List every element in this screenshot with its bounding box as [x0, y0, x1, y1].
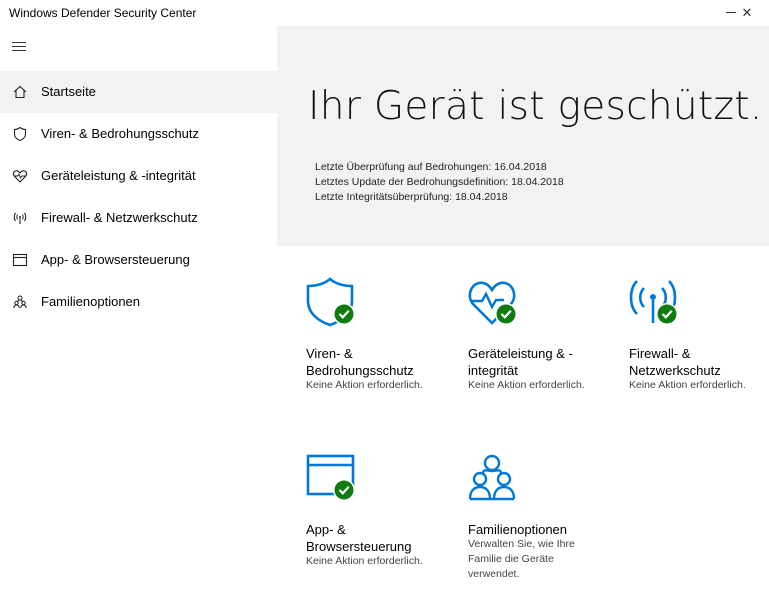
tile-firewall[interactable]: Firewall- & Netzwerkschutz Keine Aktion … — [629, 277, 769, 397]
antenna-check-icon — [629, 280, 678, 325]
hamburger-icon[interactable] — [12, 42, 28, 54]
last-threat-scan: Letzte Überprüfung auf Bedrohungen: 16.0… — [315, 161, 547, 173]
sidebar-item-label: Viren- & Bedrohungsschutz — [41, 126, 200, 141]
close-button[interactable]: ✕ — [727, 0, 767, 26]
last-definition-update: Letztes Update der Bedrohungsdefinition:… — [315, 176, 564, 188]
heart-icon — [12, 170, 28, 183]
shield-icon — [13, 126, 27, 142]
sidebar: Startseite Viren- & Bedrohungsschutz Ger… — [0, 26, 277, 600]
tile-status: Keine Aktion erforderlich. — [629, 379, 746, 391]
tile-title: Geräteleistung & - integrität — [468, 346, 573, 378]
tile-app-browser[interactable]: App- & Browsersteuerung Keine Aktion erf… — [306, 453, 456, 573]
tile-status: Keine Aktion erforderlich. — [306, 379, 423, 391]
tile-status: Keine Aktion erforderlich. — [306, 555, 423, 567]
status-hero: Ihr Gerät ist geschützt. Letzte Überprüf… — [277, 26, 769, 246]
tile-viren[interactable]: Viren- & Bedrohungsschutz Keine Aktion e… — [306, 277, 456, 397]
tile-geraeteleistung[interactable]: Geräteleistung & - integrität Keine Akti… — [468, 277, 618, 397]
tile-familienoptionen[interactable]: Familienoptionen Verwalten Sie, wie Ihre… — [468, 453, 618, 583]
sidebar-item-label: App- & Browsersteuerung — [41, 252, 190, 267]
sidebar-item-viren[interactable]: Viren- & Bedrohungsschutz — [0, 113, 277, 155]
sidebar-item-label: Firewall- & Netzwerkschutz — [41, 210, 198, 225]
sidebar-item-familienoptionen[interactable]: Familienoptionen — [0, 281, 277, 323]
page-title: Ihr Gerät ist geschützt. — [308, 84, 763, 129]
tile-title: App- & Browsersteuerung — [306, 522, 412, 554]
sidebar-item-label: Familienoptionen — [41, 294, 141, 309]
browser-check-icon — [306, 454, 355, 501]
heart-check-icon — [468, 281, 517, 325]
tile-title: Firewall- & Netzwerkschutz — [629, 346, 721, 378]
last-integrity-check: Letzte Integritätsüberprüfung: 18.04.201… — [315, 191, 508, 203]
home-icon — [13, 85, 27, 99]
sidebar-item-label: Geräteleistung & -integrität — [41, 168, 196, 183]
antenna-icon — [13, 212, 27, 224]
title-bar: Windows Defender Security Center ✕ — [0, 0, 769, 26]
family-icon — [13, 295, 27, 309]
tile-status: Keine Aktion erforderlich. — [468, 379, 585, 391]
scan-info: Letzte Überprüfung auf Bedrohungen: 16.0… — [315, 160, 564, 205]
sidebar-item-firewall[interactable]: Firewall- & Netzwerkschutz — [0, 197, 277, 239]
window-title: Windows Defender Security Center — [9, 6, 197, 20]
family-icon — [468, 454, 516, 501]
sidebar-item-geraeteleistung[interactable]: Geräteleistung & -integrität — [0, 155, 277, 197]
tile-description: Verwalten Sie, wie Ihre Familie die Gerä… — [468, 538, 575, 580]
sidebar-item-app-browser[interactable]: App- & Browsersteuerung — [0, 239, 277, 281]
sidebar-item-startseite[interactable]: Startseite — [0, 71, 277, 113]
shield-check-icon — [306, 277, 355, 327]
sidebar-item-label: Startseite — [41, 84, 96, 99]
tile-title: Familienoptionen — [468, 522, 568, 537]
tile-title: Viren- & Bedrohungsschutz — [306, 346, 414, 378]
browser-window-icon — [12, 253, 28, 267]
